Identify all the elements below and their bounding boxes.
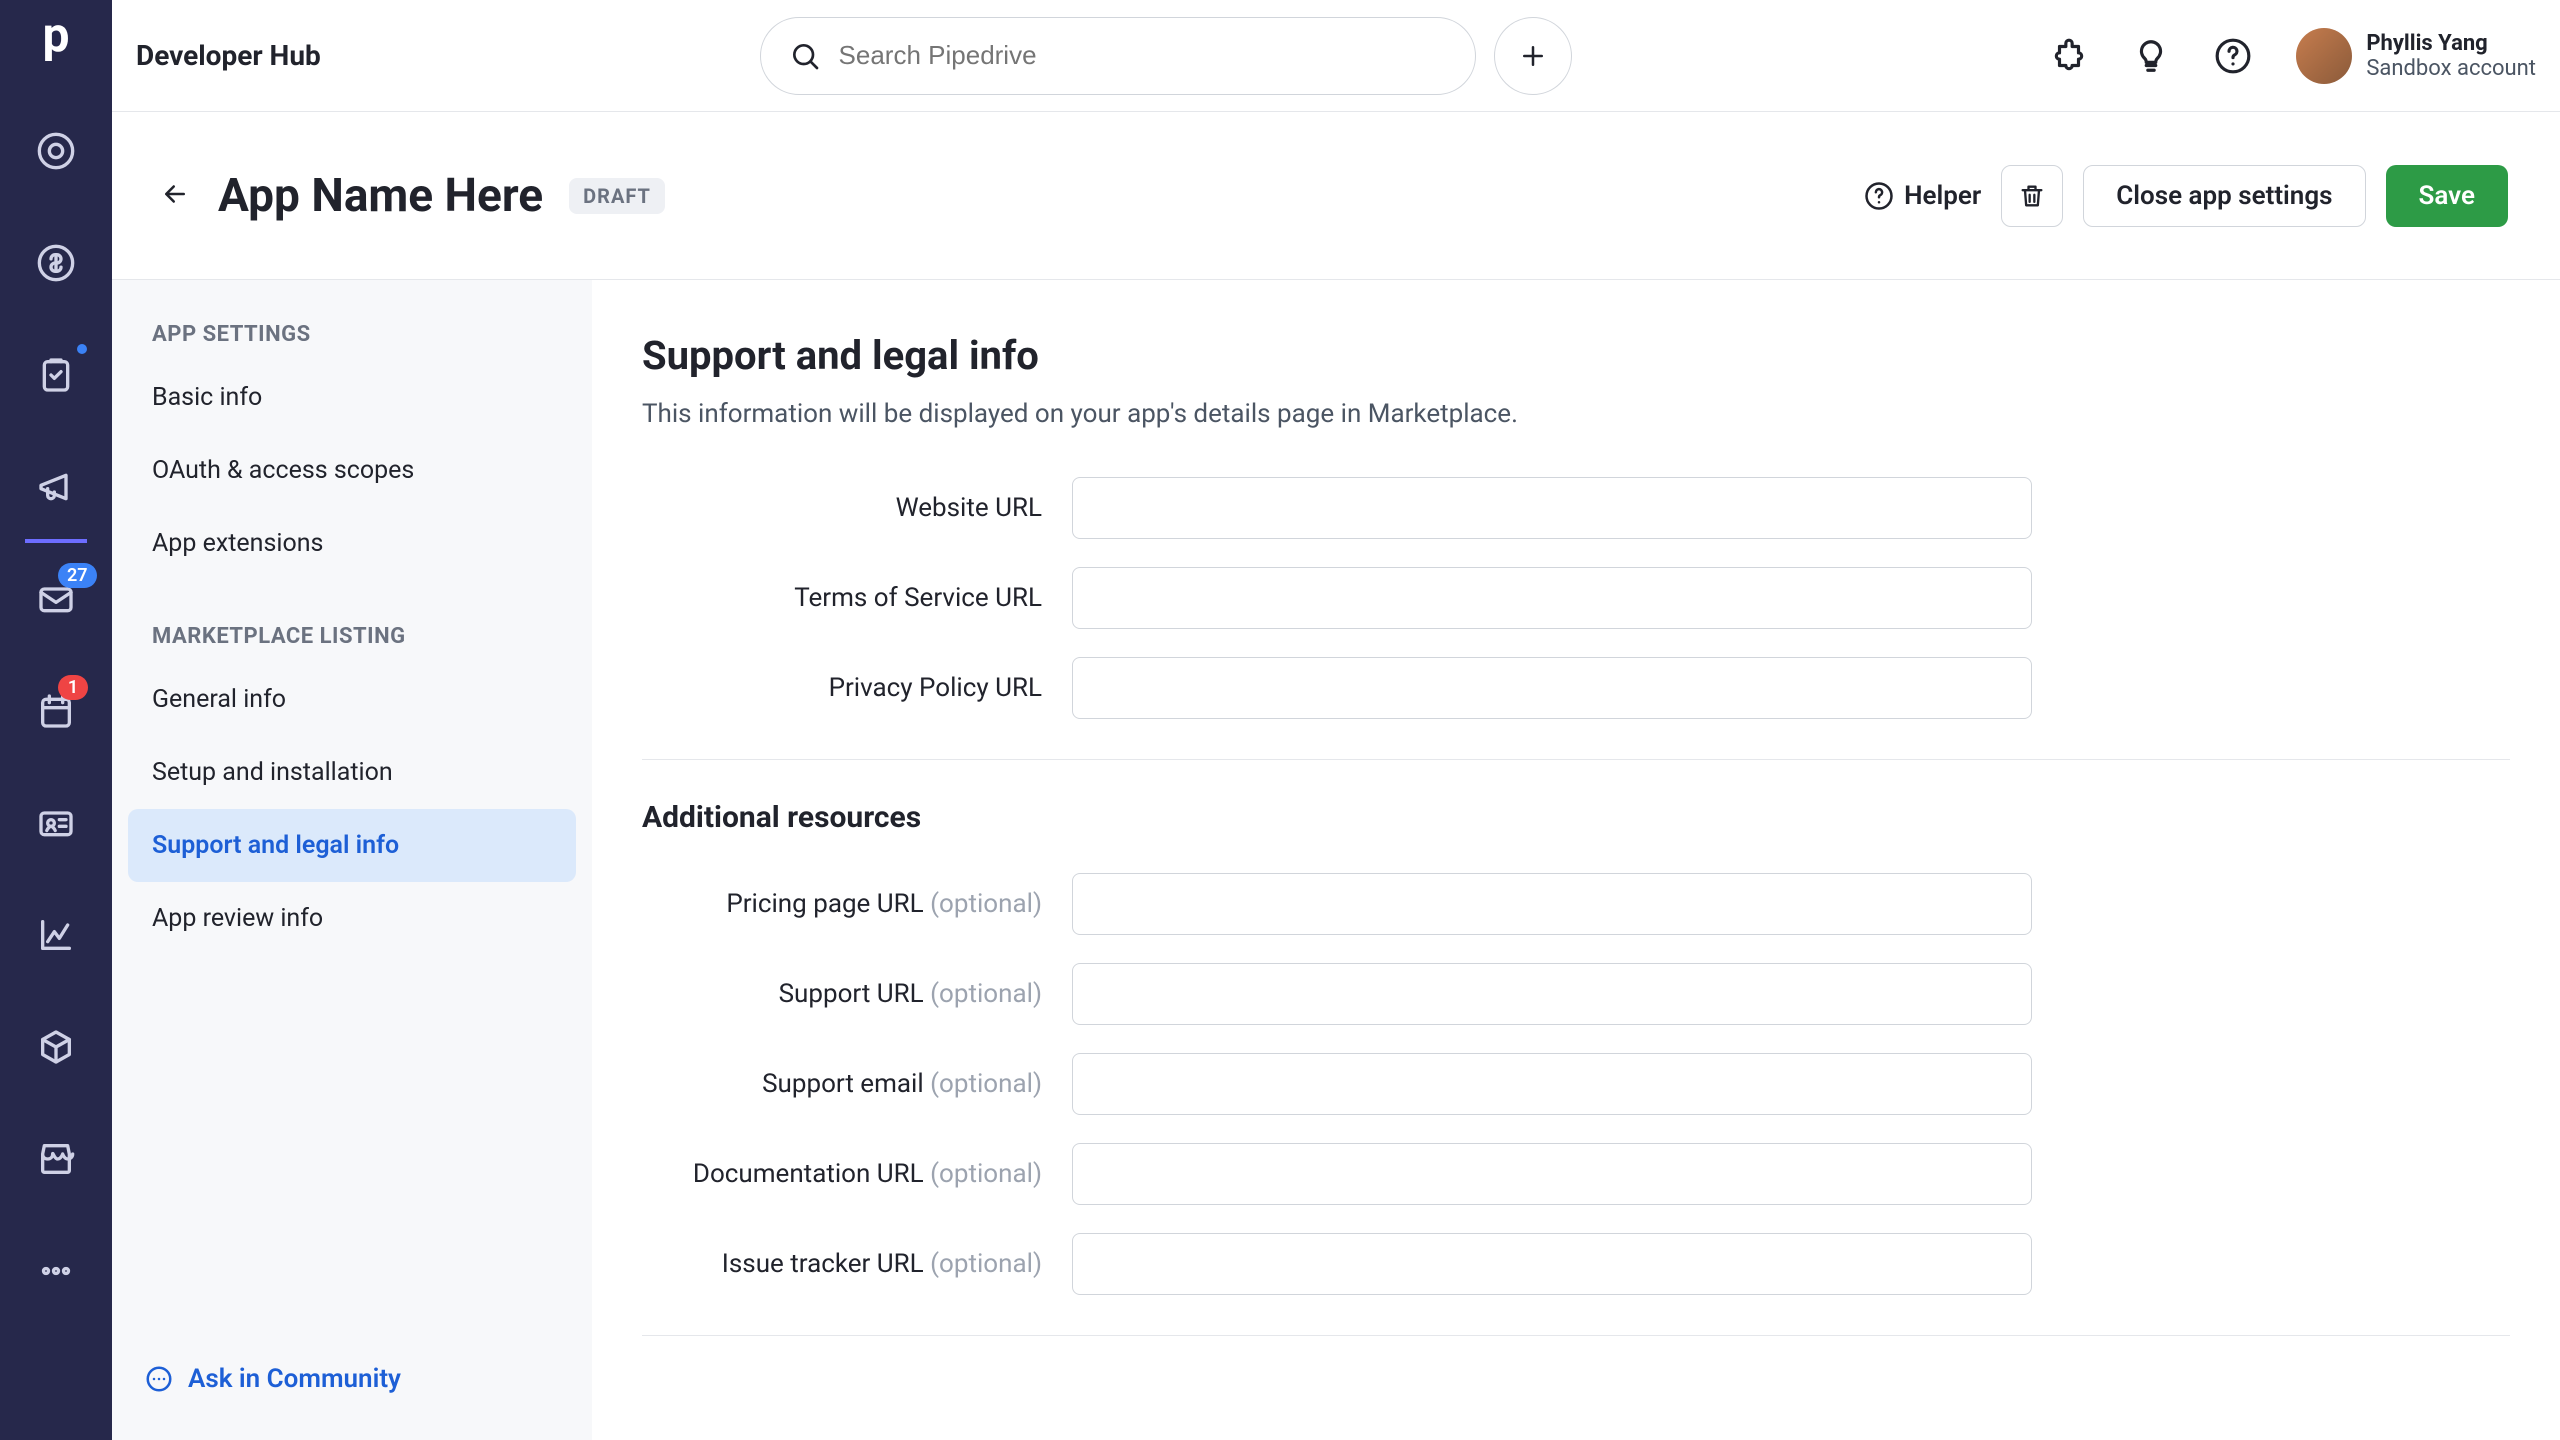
clipboard-icon: [36, 355, 76, 395]
support-url-label: Support URL (optional): [642, 979, 1072, 1009]
quick-add-button[interactable]: [1494, 17, 1572, 95]
notification-dot: [77, 344, 87, 354]
support-email-label: Support email (optional): [642, 1069, 1072, 1099]
puzzle-icon: [2050, 37, 2088, 75]
left-nav-rail: p 27 1: [0, 0, 112, 1440]
avatar: [2296, 28, 2352, 84]
megaphone-icon: [36, 467, 76, 507]
section-divider: [642, 1335, 2510, 1336]
delete-button[interactable]: [2001, 165, 2063, 227]
sidebar-item-review-info[interactable]: App review info: [128, 882, 576, 955]
docs-url-label: Documentation URL (optional): [642, 1159, 1072, 1189]
ellipsis-icon: [36, 1251, 76, 1291]
user-name: Phyllis Yang: [2366, 31, 2536, 56]
lightbulb-icon: [2132, 37, 2170, 75]
tos-url-input[interactable]: [1072, 567, 2032, 629]
sidebar-item-general-info[interactable]: General info: [128, 663, 576, 736]
issue-tracker-label: Issue tracker URL (optional): [642, 1249, 1072, 1279]
website-url-input[interactable]: [1072, 477, 2032, 539]
close-settings-button[interactable]: Close app settings: [2083, 165, 2365, 227]
tos-url-label: Terms of Service URL: [642, 583, 1072, 613]
sidebar-section-marketplace: MARKETPLACE LISTING: [128, 610, 576, 663]
status-badge: DRAFT: [569, 178, 665, 214]
pricing-url-input[interactable]: [1072, 873, 2032, 935]
form-panel: Support and legal info This information …: [592, 280, 2560, 1440]
page-description: This information will be displayed on yo…: [642, 399, 2510, 429]
support-url-input[interactable]: [1072, 963, 2032, 1025]
privacy-url-input[interactable]: [1072, 657, 2032, 719]
helper-link[interactable]: Helper: [1864, 181, 1981, 211]
helper-label: Helper: [1904, 181, 1981, 211]
contact-card-icon: [36, 803, 76, 843]
page-title: Support and legal info: [642, 332, 2510, 379]
nav-insights[interactable]: [0, 879, 112, 991]
chart-icon: [36, 915, 76, 955]
integrations-button[interactable]: [2050, 37, 2088, 75]
back-button[interactable]: [150, 169, 200, 223]
chat-icon: [144, 1364, 174, 1394]
tips-button[interactable]: [2132, 37, 2170, 75]
sidebar-item-oauth[interactable]: OAuth & access scopes: [128, 434, 576, 507]
nav-marketplace[interactable]: [0, 1103, 112, 1215]
community-link-label: Ask in Community: [188, 1364, 401, 1394]
pricing-url-label: Pricing page URL (optional): [642, 889, 1072, 919]
account-type: Sandbox account: [2366, 56, 2536, 81]
website-url-label: Website URL: [642, 493, 1072, 523]
target-icon: [36, 131, 76, 171]
nav-more[interactable]: [0, 1215, 112, 1327]
nav-activities[interactable]: 1: [0, 655, 112, 767]
package-icon: [36, 1027, 76, 1067]
arrow-left-icon: [160, 179, 190, 209]
nav-contacts[interactable]: [0, 767, 112, 879]
activities-badge: 1: [58, 675, 88, 700]
search-icon: [789, 40, 821, 72]
sidebar-item-extensions[interactable]: App extensions: [128, 507, 576, 580]
sidebar-section-app-settings: APP SETTINGS: [128, 308, 576, 361]
sidebar-item-support-legal[interactable]: Support and legal info: [128, 809, 576, 882]
help-icon: [1864, 181, 1894, 211]
dollar-icon: [36, 243, 76, 283]
search-input[interactable]: [839, 40, 1447, 71]
additional-heading: Additional resources: [642, 800, 2510, 835]
search-bar[interactable]: [760, 17, 1476, 95]
community-link[interactable]: Ask in Community: [128, 1346, 576, 1412]
trash-icon: [2018, 182, 2046, 210]
hub-title: Developer Hub: [136, 39, 321, 72]
support-email-input[interactable]: [1072, 1053, 2032, 1115]
save-button[interactable]: Save: [2386, 165, 2509, 227]
nav-campaigns[interactable]: [0, 431, 112, 543]
plus-icon: [1518, 41, 1548, 71]
nav-mail[interactable]: 27: [0, 543, 112, 655]
sidebar-item-setup-install[interactable]: Setup and installation: [128, 736, 576, 809]
user-menu[interactable]: Phyllis Yang Sandbox account: [2296, 28, 2536, 84]
section-divider: [642, 759, 2510, 760]
issue-tracker-input[interactable]: [1072, 1233, 2032, 1295]
privacy-url-label: Privacy Policy URL: [642, 673, 1072, 703]
app-title: App Name Here: [218, 169, 543, 223]
docs-url-input[interactable]: [1072, 1143, 2032, 1205]
help-button[interactable]: [2214, 37, 2252, 75]
settings-sidebar: APP SETTINGS Basic info OAuth & access s…: [112, 280, 592, 1440]
page-header: App Name Here DRAFT Helper Close app set…: [112, 112, 2560, 280]
sidebar-item-basic-info[interactable]: Basic info: [128, 361, 576, 434]
nav-deals[interactable]: [0, 207, 112, 319]
help-icon: [2214, 37, 2252, 75]
nav-products[interactable]: [0, 991, 112, 1103]
brand-logo: p: [0, 11, 112, 59]
topbar: Developer Hub: [112, 0, 2560, 112]
nav-leads[interactable]: [0, 95, 112, 207]
mail-badge: 27: [58, 563, 97, 588]
storefront-icon: [36, 1139, 76, 1179]
nav-projects[interactable]: [0, 319, 112, 431]
